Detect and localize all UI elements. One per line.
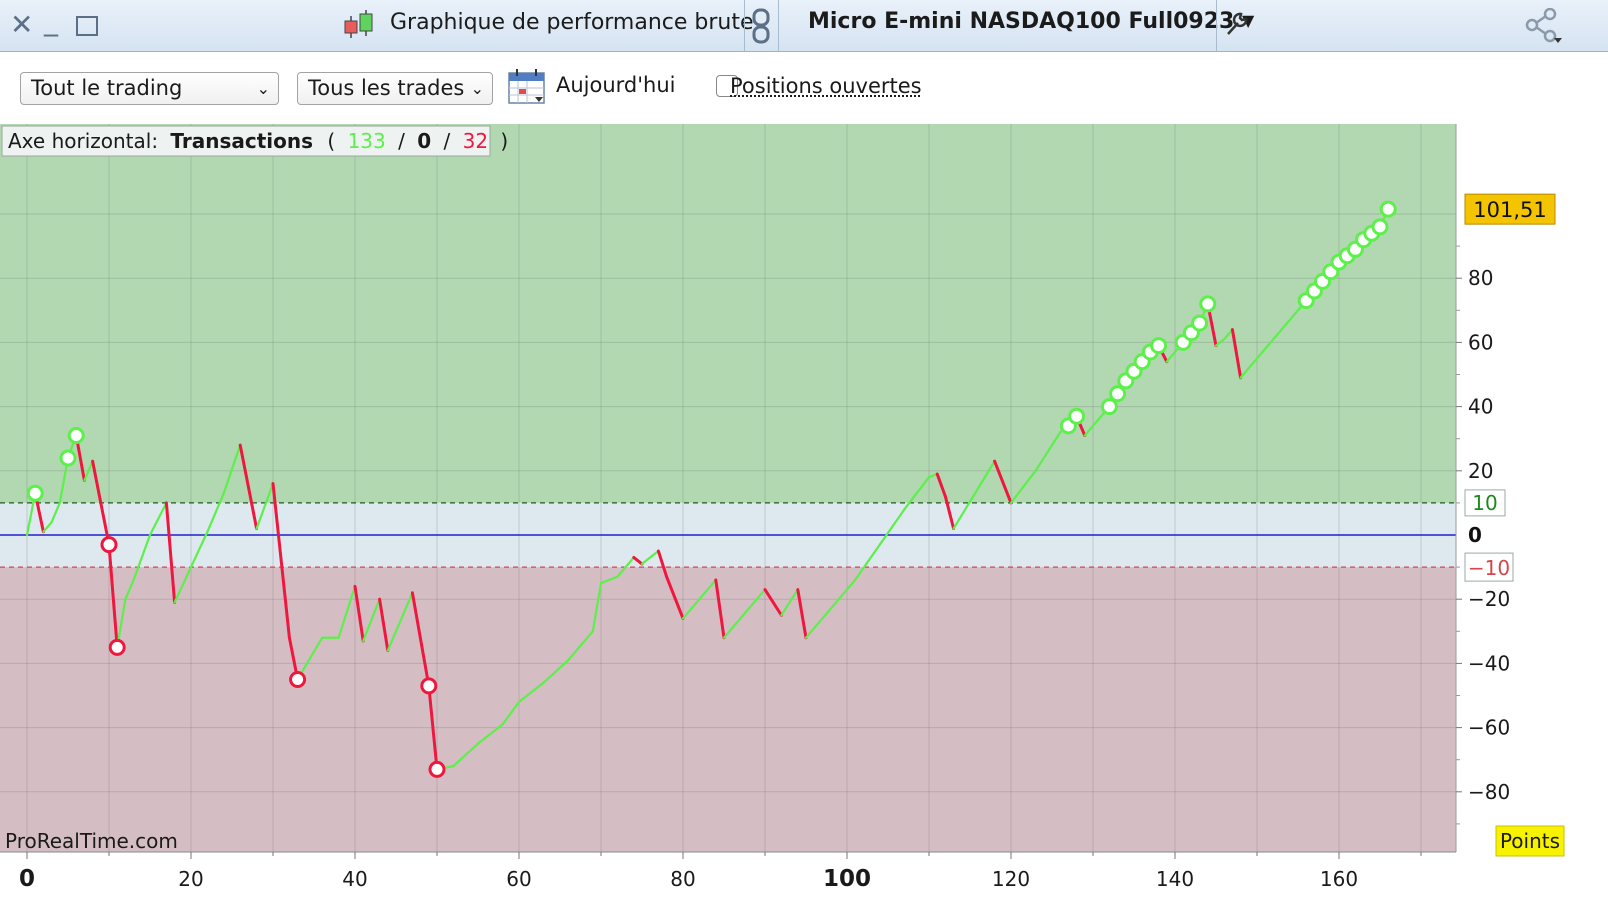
chevron-down-icon: ⌄ xyxy=(470,79,484,98)
y-tick-label: −40 xyxy=(1468,651,1510,675)
candlestick-icon xyxy=(344,10,373,38)
header-mode: Transactions xyxy=(170,129,313,153)
new-high-marker xyxy=(1100,398,1118,416)
close-icon[interactable]: ✕ xyxy=(10,8,33,42)
x-tick-label: 0 xyxy=(19,866,35,892)
lower-threshold-label: −10 xyxy=(1468,556,1510,580)
x-tick-label: 60 xyxy=(506,867,531,891)
units-badge-label: Points xyxy=(1500,829,1560,853)
link-icon[interactable] xyxy=(751,8,771,44)
y-tick-label: 60 xyxy=(1468,330,1493,354)
instrument-name: Micro E-mini NASDAQ100 Full0923 xyxy=(808,9,1235,34)
y-tick-label: 20 xyxy=(1468,459,1493,483)
title-bar: ✕ _ Graphique de performance brute Micro… xyxy=(0,0,1608,52)
new-low-marker xyxy=(420,677,438,695)
instrument-selector[interactable]: Micro E-mini NASDAQ100 Full0923 ▼ xyxy=(808,9,1254,34)
last-value-label: 101,51 xyxy=(1473,198,1546,222)
window-title: Graphique de performance brute xyxy=(390,10,754,35)
new-low-marker xyxy=(428,760,446,778)
trades-filter-value: Tous les trades xyxy=(308,76,465,100)
trading-scope-select[interactable]: Tout le trading ⌄ xyxy=(20,72,279,105)
positive-zone xyxy=(0,124,1456,503)
upper-threshold-label: 10 xyxy=(1472,491,1497,515)
x-tick-label: 40 xyxy=(342,867,367,891)
chevron-down-icon: ⌄ xyxy=(256,79,270,98)
new-low-marker xyxy=(100,536,118,554)
header-prefix: Axe horizontal: xyxy=(8,129,158,153)
x-tick-label: 20 xyxy=(178,867,203,891)
x-tick-label: 140 xyxy=(1156,867,1194,891)
y-tick-label: 40 xyxy=(1468,395,1493,419)
new-high-marker xyxy=(67,426,85,444)
x-tick-label: 80 xyxy=(670,867,695,891)
wrench-icon[interactable] xyxy=(1224,10,1250,38)
new-high-marker xyxy=(1371,218,1389,236)
new-high-marker xyxy=(1191,314,1209,332)
x-tick-label: 120 xyxy=(992,867,1030,891)
new-low-marker xyxy=(108,638,126,656)
y-tick-label: −60 xyxy=(1468,716,1510,740)
y-axis: −80 −60 −40 −20 20 40 60 80 0 10 −10 101,51 xyxy=(1456,193,1556,825)
y-tick-label: 80 xyxy=(1468,266,1493,290)
neutral-trades-count: 0 xyxy=(417,129,431,153)
x-tick-label: 160 xyxy=(1320,867,1358,891)
x-tick-label: 100 xyxy=(823,866,871,892)
y-tick-label: −80 xyxy=(1468,780,1510,804)
svg-text:Axe horizontal: Transactio: Axe horizontal: Transactions ( 133 / 0 /… xyxy=(8,129,508,153)
new-high-marker xyxy=(1068,407,1086,425)
share-icon[interactable] xyxy=(1524,8,1564,44)
y-tick-label: −20 xyxy=(1468,587,1510,611)
new-high-marker xyxy=(1150,337,1168,355)
maximize-icon[interactable] xyxy=(76,16,98,36)
new-high-marker xyxy=(1109,385,1127,403)
trades-filter-select[interactable]: Tous les trades ⌄ xyxy=(297,72,493,105)
new-high-marker xyxy=(1199,295,1217,313)
x-axis: 0 20 40 60 80 100 120 140 160 xyxy=(0,851,1456,892)
negative-zone xyxy=(0,567,1456,852)
minimize-icon[interactable]: _ xyxy=(44,4,58,38)
today-label[interactable]: Aujourd'hui xyxy=(556,73,676,97)
trading-scope-value: Tout le trading xyxy=(31,76,183,100)
zero-label: 0 xyxy=(1468,523,1482,547)
new-high-marker xyxy=(1379,200,1397,218)
winning-trades-count: 133 xyxy=(348,129,386,153)
new-low-marker xyxy=(289,670,307,688)
calendar-icon[interactable] xyxy=(507,67,547,105)
watermark: ProRealTime.com xyxy=(5,829,178,853)
open-positions-label[interactable]: Positions ouvertes xyxy=(730,74,922,98)
new-high-marker xyxy=(26,484,44,502)
new-high-marker xyxy=(59,449,77,467)
performance-chart: −80 −60 −40 −20 20 40 60 80 0 10 −10 101,51 0 20 40 60… xyxy=(0,124,1565,892)
losing-trades-count: 32 xyxy=(463,129,488,153)
